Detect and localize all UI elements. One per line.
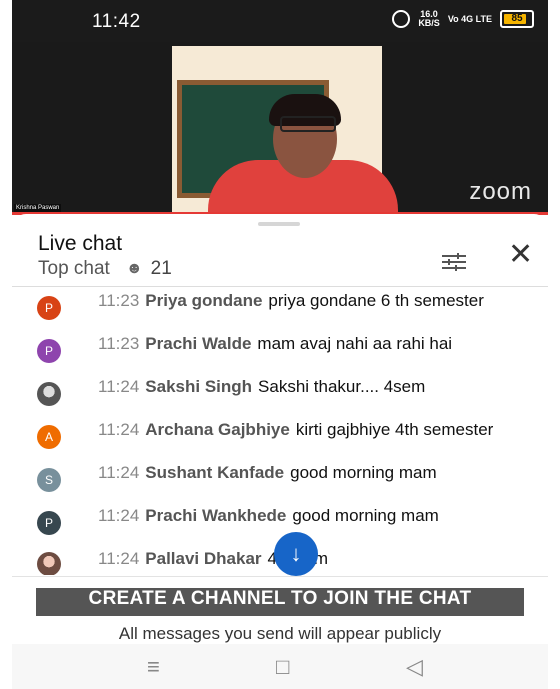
message-time: 11:24 [98,549,140,568]
message-body: 11:24 Sushant Kanfade good morning mam [98,462,524,483]
message-time: 11:24 [98,377,140,396]
back-icon[interactable]: ◁ [406,654,423,680]
battery-icon: 85 [500,10,534,28]
avatar[interactable] [37,382,61,406]
tune-icon[interactable] [440,252,468,272]
chat-title: Live chat [38,232,123,255]
message-author[interactable]: Pallavi Dhakar [145,549,261,568]
message-body: 11:23 Priya gondane priya gondane 6 th sem… [98,290,524,311]
message-author[interactable]: Prachi Walde [145,334,251,353]
menu-icon[interactable]: ≡ [147,654,160,680]
close-icon[interactable]: ✕ [508,240,533,270]
message-time: 11:23 [98,334,140,353]
zoom-logo: zoom [469,178,532,205]
chat-message: 11:24 Sakshi Singh Sakshi thakur.... 4sem [12,376,548,420]
message-body: 11:24 Prachi Wankhede good morning mam [98,505,524,526]
alarm-icon [392,10,411,28]
arrow-down-icon[interactable]: ↓ [274,532,318,576]
chat-message: A 11:24 Archana Gajbhiye kirti gajbhiye 4t… [12,419,548,463]
message-body: 11:24 Archana Gajbhiye kirti gajbhiye 4th … [98,419,524,440]
avatar[interactable]: P [37,511,61,535]
public-notice: All messages you send will appear public… [118,624,442,643]
viewer-count: 21 [150,258,172,279]
message-author[interactable]: Prachi Wankhede [145,506,286,525]
status-time: 11:42 [92,11,141,32]
message-body: 11:23 Prachi Walde mam avaj nahi aa rahi h… [98,333,524,354]
battery-level: 85 [511,13,523,24]
avatar[interactable]: S [37,468,61,492]
divider [12,286,548,287]
message-body: 11:24 Sakshi Singh Sakshi thakur.... 4sem [98,376,524,397]
chat-message-list[interactable]: P 11:23 Priya gondane priya gondane 6 th s… [12,290,548,575]
message-author[interactable]: Priya gondane [145,291,262,310]
message-time: 11:24 [98,463,140,482]
status-bar: 11:42 16.0 KB/S Vo 4G LTE 85 [12,0,548,42]
video-player[interactable]: zoom Krishna Paswan [12,42,548,214]
participant-name: Krishna Paswan [14,204,62,212]
chat-mode-selector[interactable]: Top chat ☻ 21 [38,258,172,280]
live-chat-panel: Live chat Top chat ☻ 21 ✕ P 11:23 Priya g… [12,214,548,689]
signal-icon: Vo 4G LTE [447,13,492,24]
message-text: Sakshi thakur.... 4sem [258,377,426,396]
chat-message: P 11:23 Priya gondane priya gondane 6 th s… [12,290,548,334]
message-author[interactable]: Archana Gajbhiye [145,420,290,439]
status-icons: 16.0 KB/S Vo 4G LTE 85 [392,10,534,28]
divider [12,576,548,577]
message-text: good morning mam [292,506,439,525]
message-time: 11:24 [98,420,140,439]
system-nav-bar: ≡ □ ◁ [12,644,548,689]
home-icon[interactable]: □ [276,654,289,680]
presenter-glasses [280,116,336,132]
chat-mode-label: Top chat [38,258,110,279]
network-speed: 16.0 KB/S [418,10,440,28]
avatar[interactable] [37,552,61,575]
network-speed-unit: KB/S [418,18,440,28]
chat-message: S 11:24 Sushant Kanfade good morning mam [12,462,548,506]
avatar[interactable]: P [37,296,61,320]
avatar[interactable]: A [37,425,61,449]
message-author[interactable]: Sushant Kanfade [145,463,284,482]
avatar[interactable]: P [37,339,61,363]
drag-handle[interactable] [258,222,300,226]
create-channel-button[interactable]: CREATE A CHANNEL TO JOIN THE CHAT [36,588,524,616]
message-time: 11:24 [98,506,140,525]
message-text: mam avaj nahi aa rahi hai [257,334,453,353]
message-text: good morning mam [290,463,437,482]
message-text: priya gondane 6 th semester [268,291,484,310]
message-time: 11:23 [98,291,140,310]
message-author[interactable]: Sakshi Singh [145,377,252,396]
chat-message: P 11:23 Prachi Walde mam avaj nahi aa rahi… [12,333,548,377]
viewers-icon: ☻ [125,260,143,277]
message-text: kirti gajbhiye 4th semester [295,420,494,439]
